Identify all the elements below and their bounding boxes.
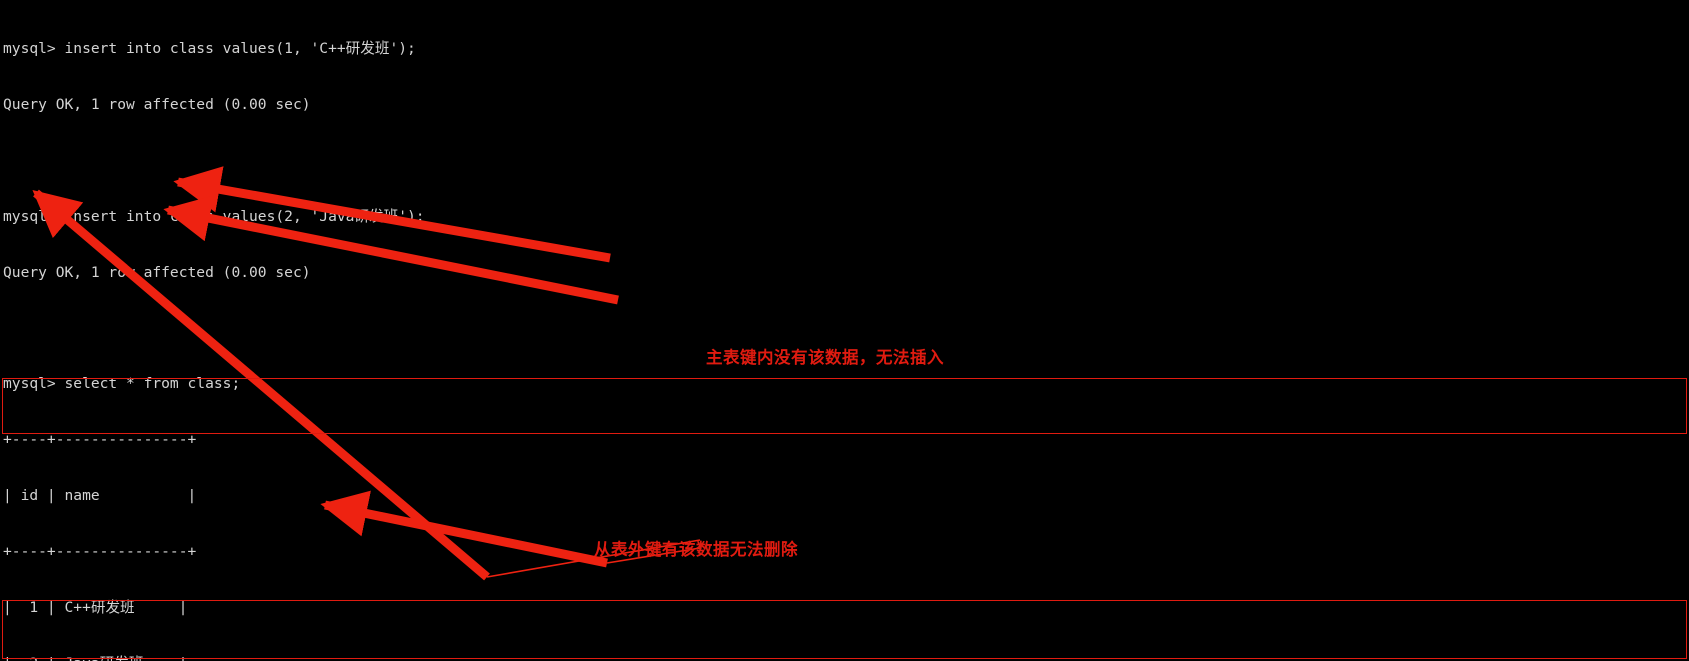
terminal-screenshot: mysql> insert into class values(1, 'C++研… [0, 0, 1689, 661]
terminal-line: | id | name | [3, 487, 197, 505]
annotation-insert-note: 主表键内没有该数据，无法插入 [706, 348, 944, 367]
terminal-line: mysql> insert into class values(2, 'Java… [3, 207, 425, 225]
terminal-line: Query OK, 1 row affected (0.00 sec) [3, 263, 311, 281]
highlight-box-delete-error [2, 600, 1687, 659]
terminal-line: Query OK, 1 row affected (0.00 sec) [3, 96, 311, 114]
terminal-output[interactable]: mysql> insert into class values(1, 'C++研… [0, 0, 1689, 661]
terminal-line: +----+---------------+ [3, 542, 197, 560]
annotation-delete-note: 从表外键有该数据无法删除 [594, 540, 798, 559]
terminal-line: +----+---------------+ [3, 431, 197, 449]
terminal-line: mysql> insert into class values(1, 'C++研… [3, 40, 416, 58]
highlight-box-insert-error [2, 378, 1687, 434]
